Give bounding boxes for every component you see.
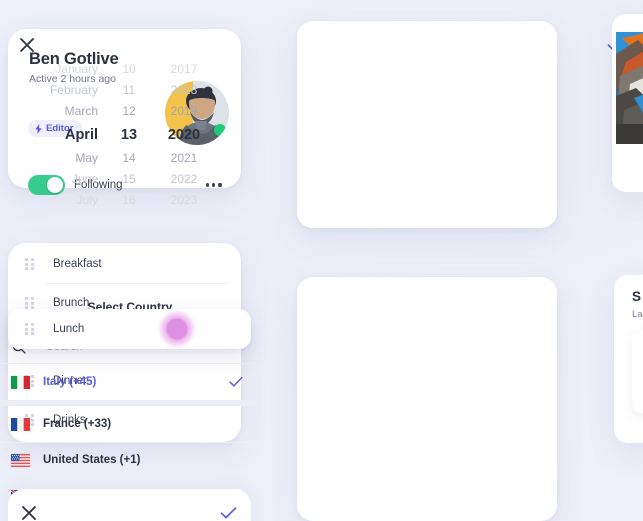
peek-text-card[interactable]: S La — [614, 275, 643, 443]
touch-point-indicator — [157, 309, 197, 349]
day-value: 14 — [122, 151, 136, 166]
date-row[interactable]: January 10 2017 — [0, 59, 260, 80]
year-value: 2023 — [170, 192, 198, 207]
month-value: May — [75, 151, 98, 166]
peek-card-subtitle: La — [632, 309, 643, 320]
peek-card-inner-panel — [632, 331, 643, 413]
drag-handle-icon[interactable] — [25, 258, 34, 270]
date-row[interactable]: June 15 2022 — [0, 169, 260, 190]
flag-france-icon — [11, 417, 30, 431]
flag-united-states-icon — [11, 453, 30, 467]
dragging-list-item[interactable]: Lunch — [8, 309, 251, 349]
peek-image-card[interactable] — [612, 14, 643, 192]
month-value: January — [55, 62, 98, 77]
country-row-france[interactable]: France (+33) — [0, 406, 260, 442]
day-value-selected: 13 — [120, 126, 138, 143]
date-row[interactable]: July 16 2023 — [0, 189, 260, 210]
flag-italy-icon — [11, 375, 30, 389]
year-value: 2019 — [170, 103, 198, 118]
country-picker-card — [297, 277, 557, 521]
list-item[interactable]: Breakfast — [8, 245, 241, 283]
photo-thumbnail — [616, 32, 643, 144]
month-value: February — [49, 83, 98, 98]
bottom-peek-card — [8, 489, 251, 521]
date-picker-card — [297, 21, 557, 228]
app-canvas: Ben Gotlive Active 2 hours ago Editor Fo… — [0, 0, 643, 521]
month-value: March — [64, 103, 98, 118]
day-value: 15 — [122, 172, 136, 187]
day-value: 10 — [122, 62, 136, 77]
check-icon — [229, 376, 243, 387]
day-value: 16 — [122, 192, 136, 207]
year-value: 2021 — [170, 151, 198, 166]
date-row-selected[interactable]: April 13 2020 — [0, 121, 260, 148]
date-row[interactable]: May 14 2021 — [0, 148, 260, 169]
month-value: July — [76, 192, 98, 207]
day-value: 11 — [122, 83, 136, 98]
year-value: 2022 — [170, 172, 198, 187]
dragging-list-item-label: Lunch — [53, 323, 85, 335]
country-name: United States (+1) — [43, 454, 141, 466]
peek-card-title: S — [632, 289, 642, 304]
country-name: France (+33) — [43, 418, 112, 430]
year-value: 2018 — [170, 83, 198, 98]
check-icon[interactable] — [220, 506, 237, 520]
year-value-selected: 2020 — [167, 126, 201, 143]
day-value: 12 — [122, 103, 136, 118]
month-value: June — [71, 172, 98, 187]
list-item-label: Breakfast — [53, 258, 102, 270]
date-picker-wheels[interactable]: January 10 2017 February 11 2018 March 1… — [0, 59, 260, 210]
date-row[interactable]: February 11 2018 — [0, 80, 260, 101]
country-row-italy[interactable]: Italy (+45) — [0, 364, 260, 400]
close-icon[interactable] — [21, 505, 37, 521]
close-icon[interactable] — [19, 37, 35, 53]
year-value: 2017 — [170, 62, 198, 77]
country-row-united-states[interactable]: United States (+1) — [0, 442, 260, 478]
country-name: Italy (+45) — [43, 376, 97, 388]
drag-handle-icon[interactable] — [25, 323, 34, 335]
date-row[interactable]: March 12 2019 — [0, 100, 260, 121]
month-value-selected: April — [64, 126, 98, 143]
